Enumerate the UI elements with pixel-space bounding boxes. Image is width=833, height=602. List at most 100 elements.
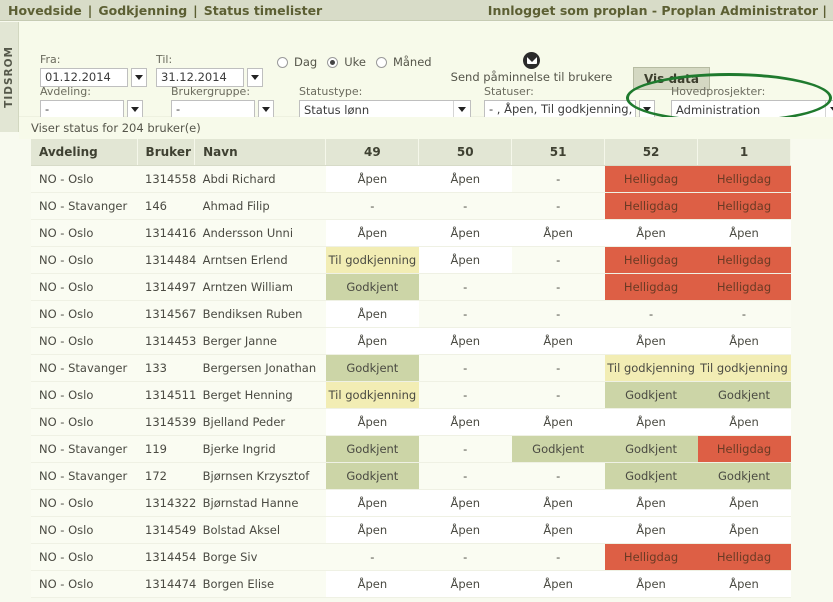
cell-status-week-1[interactable]: Helligdag [697,543,791,571]
cell-status-week-49[interactable]: Åpen [325,327,419,355]
cell-status-week-52[interactable]: Til godkjenning [604,354,698,382]
cell-status-week-50[interactable]: - [418,435,512,463]
sidebar-tab-tidsrom[interactable]: TIDSROM [0,22,19,132]
cell-status-week-51[interactable]: Åpen [511,327,605,355]
cell-status-week-49[interactable]: - [325,192,419,220]
cell-status-week-1[interactable]: Åpen [697,327,791,355]
table-row[interactable]: NO - Stavanger 146 Ahmad Filip - - - Helligdag… [31,192,791,220]
cell-status-week-52[interactable]: Åpen [604,516,698,544]
cell-status-week-49[interactable]: Åpen [325,489,419,517]
cell-status-week-1[interactable]: Helligdag [697,246,791,274]
cell-status-week-51[interactable]: - [511,354,605,382]
cell-status-week-1[interactable]: Åpen [697,408,791,436]
cell-status-week-49[interactable]: Godkjent [325,273,419,301]
table-row[interactable]: NO - Stavanger 119 Bjerke Ingrid Godkjent - G… [31,435,791,463]
nav-link-status-timelister[interactable]: Status timelister [204,3,322,18]
cell-status-week-1[interactable]: Godkjent [697,462,791,490]
cell-status-week-52[interactable]: Åpen [604,327,698,355]
cell-status-week-51[interactable]: Godkjent [511,435,605,463]
cell-status-week-49[interactable]: Åpen [325,408,419,436]
cell-status-week-51[interactable]: Åpen [511,219,605,247]
cell-status-week-52[interactable]: Åpen [604,219,698,247]
cell-status-week-51[interactable]: - [511,300,605,328]
table-row[interactable]: NO - Oslo 1314322 Bjørnstad Hanne Åpen Åpen Å… [31,489,791,517]
table-row[interactable]: NO - Oslo 1314511 Berget Henning Til godkje… [31,381,791,409]
cell-status-week-1[interactable]: Åpen [697,219,791,247]
cell-status-week-50[interactable]: - [418,300,512,328]
cell-status-week-52[interactable]: Helligdag [604,543,698,571]
cell-status-week-50[interactable]: Åpen [418,408,512,436]
cell-status-week-51[interactable]: - [511,273,605,301]
cell-status-week-1[interactable]: Åpen [697,570,791,598]
cell-status-week-52[interactable]: Helligdag [604,273,698,301]
cell-status-week-50[interactable]: - [418,543,512,571]
cell-status-week-49[interactable]: Åpen [325,516,419,544]
cell-status-week-50[interactable]: Åpen [418,246,512,274]
column-header-week-1[interactable]: 1 [697,139,791,166]
nav-link-hovedside[interactable]: Hovedside [8,3,82,18]
hovedprosjekter-dropdown-button[interactable] [825,101,833,118]
cell-status-week-52[interactable]: Helligdag [604,165,698,193]
column-header-week-50[interactable]: 50 [418,139,513,166]
cell-status-week-50[interactable]: Åpen [418,219,512,247]
cell-status-week-1[interactable]: Åpen [697,489,791,517]
cell-status-week-49[interactable]: Åpen [325,219,419,247]
date-from-calendar-button[interactable] [131,68,147,87]
column-header-week-49[interactable]: 49 [325,139,420,166]
send-reminder-action[interactable]: Send påminnelse til brukere [444,52,619,84]
cell-status-week-49[interactable]: Til godkjenning [325,246,419,274]
table-row[interactable]: NO - Oslo 1314416 Andersson Unni Åpen Åpen Åp… [31,219,791,247]
cell-status-week-50[interactable]: Åpen [418,489,512,517]
radio-maned[interactable] [375,56,387,68]
radio-dag[interactable] [277,56,288,68]
cell-status-week-50[interactable]: - [418,462,512,490]
column-header-avdeling[interactable]: Avdeling [31,139,138,166]
cell-status-week-49[interactable]: Til godkjenning [325,381,419,409]
cell-status-week-50[interactable]: Åpen [418,570,512,598]
column-header-week-51[interactable]: 51 [511,139,606,166]
cell-status-week-49[interactable]: Åpen [325,570,419,598]
cell-status-week-1[interactable]: Helligdag [697,273,791,301]
cell-status-week-51[interactable]: Åpen [511,516,605,544]
cell-status-week-50[interactable]: - [418,381,512,409]
cell-status-week-50[interactable]: - [418,354,512,382]
table-row[interactable]: NO - Stavanger 172 Bjørnsen Krzysztof Godkj… [31,462,791,490]
cell-status-week-52[interactable]: Helligdag [604,192,698,220]
table-row[interactable]: NO - Oslo 1314567 Bendiksen Ruben Åpen - - - - [31,300,791,328]
table-row[interactable]: NO - Oslo 1314474 Borgen Elise Åpen Åpen Åpen… [31,570,791,598]
radio-uke[interactable] [327,56,339,68]
cell-status-week-52[interactable]: Godkjent [604,381,698,409]
table-row[interactable]: NO - Oslo 1314539 Bjelland Peder Åpen Åpen Åp… [31,408,791,436]
cell-status-week-1[interactable]: Helligdag [697,165,791,193]
table-row[interactable]: NO - Oslo 1314484 Arntsen Erlend Til godkje… [31,246,791,274]
table-row[interactable]: NO - Oslo 1314453 Berger Janne Åpen Åpen Åpen… [31,327,791,355]
column-header-navn[interactable]: Navn [194,139,327,166]
cell-status-week-50[interactable]: Åpen [418,165,512,193]
cell-status-week-51[interactable]: - [511,462,605,490]
cell-status-week-52[interactable]: Åpen [604,489,698,517]
cell-status-week-1[interactable]: Helligdag [697,192,791,220]
table-row[interactable]: NO - Oslo 1314497 Arntzen William Godkjent -… [31,273,791,301]
cell-status-week-49[interactable]: Åpen [325,300,419,328]
cell-status-week-50[interactable]: Åpen [418,327,512,355]
cell-status-week-50[interactable]: - [418,273,512,301]
statustype-dropdown-button[interactable] [453,101,470,118]
cell-status-week-1[interactable]: Til godkjenning [697,354,791,382]
cell-status-week-52[interactable]: Godkjent [604,435,698,463]
cell-status-week-52[interactable]: Åpen [604,408,698,436]
cell-status-week-52[interactable]: - [604,300,698,328]
cell-status-week-50[interactable]: Åpen [418,516,512,544]
table-row[interactable]: NO - Oslo 1314558 Abdi Richard Åpen Åpen - Hel… [31,165,791,193]
cell-status-week-51[interactable]: - [511,165,605,193]
cell-status-week-51[interactable]: - [511,381,605,409]
cell-status-week-52[interactable]: Åpen [604,570,698,598]
cell-status-week-49[interactable]: Godkjent [325,354,419,382]
cell-status-week-51[interactable]: - [511,246,605,274]
cell-status-week-51[interactable]: Åpen [511,489,605,517]
cell-status-week-52[interactable]: Helligdag [604,246,698,274]
cell-status-week-49[interactable]: - [325,543,419,571]
table-row[interactable]: NO - Stavanger 133 Bergersen Jonathan Godkj… [31,354,791,382]
cell-status-week-50[interactable]: - [418,192,512,220]
cell-status-week-51[interactable]: Åpen [511,570,605,598]
cell-status-week-49[interactable]: Godkjent [325,462,419,490]
